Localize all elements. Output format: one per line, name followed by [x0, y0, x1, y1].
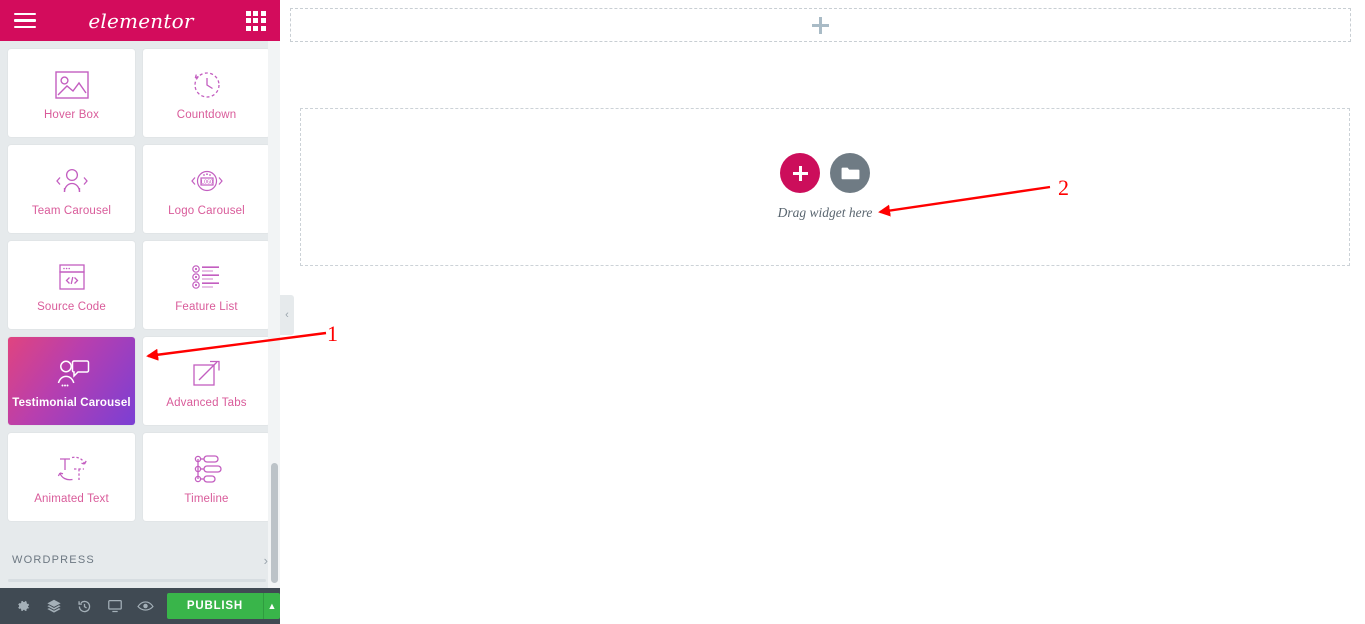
caret-up-icon[interactable]: ▲ [262, 593, 280, 619]
publish-group: PUBLISH ▲ [166, 593, 280, 619]
logo-carousel-icon: LOGO [187, 161, 227, 201]
widget-label: Advanced Tabs [166, 397, 247, 409]
panel-header: elementor [0, 0, 280, 41]
person-carousel-icon [53, 161, 91, 201]
widget-label: Timeline [184, 493, 229, 505]
widget-team-carousel[interactable]: Team Carousel [8, 145, 135, 233]
expand-tabs-icon [190, 353, 224, 393]
panel-divider [0, 579, 280, 588]
plus-icon [812, 16, 829, 34]
panel-collapse-tab[interactable]: ‹ [280, 295, 294, 335]
widget-source-code[interactable]: Source Code [8, 241, 135, 329]
widget-animated-text[interactable]: Animated Text [8, 433, 135, 521]
feature-list-icon [189, 257, 225, 297]
code-window-icon [55, 257, 89, 297]
widget-label: Logo Carousel [168, 205, 245, 217]
elementor-editor: elementor Hover Box Countdown Team Carou… [0, 0, 1365, 624]
drag-widget-here-label: Drag widget here [777, 205, 873, 220]
widget-label: Hover Box [43, 109, 100, 121]
widget-feature-list[interactable]: Feature List [143, 241, 270, 329]
widget-label: Feature List [175, 301, 238, 313]
widget-grid: Hover Box Countdown Team Carousel LOGO L… [0, 41, 280, 529]
panel-scrollbar-thumb[interactable] [271, 463, 278, 583]
panel-bottom-bar: PUBLISH ▲ [0, 588, 280, 624]
widget-advanced-tabs[interactable]: Advanced Tabs [143, 337, 270, 425]
hamburger-icon[interactable] [14, 9, 36, 33]
plus-icon [792, 165, 808, 181]
widget-hover-box[interactable]: Hover Box [8, 49, 135, 137]
widget-logo-carousel[interactable]: LOGO Logo Carousel [143, 145, 270, 233]
widget-label: Source Code [37, 301, 106, 313]
responsive-mode-icon[interactable] [100, 588, 131, 624]
elementor-logo: elementor [88, 8, 194, 33]
add-new-section-top[interactable] [290, 8, 1351, 42]
widget-timeline[interactable]: Timeline [143, 433, 270, 521]
navigator-layers-icon[interactable] [39, 588, 70, 624]
history-revisions-icon[interactable] [69, 588, 100, 624]
add-new-section-button[interactable] [780, 153, 820, 193]
widget-label: Animated Text [34, 493, 109, 505]
annotation-number-2: 2 [1058, 175, 1069, 200]
testimonial-icon [53, 353, 91, 393]
add-template-button[interactable] [830, 153, 870, 193]
widget-countdown[interactable]: Countdown [143, 49, 270, 137]
folder-icon [841, 167, 859, 180]
panel-body[interactable]: Hover Box Countdown Team Carousel LOGO L… [0, 41, 280, 541]
category-label: WORDPRESS [12, 554, 95, 566]
publish-button[interactable]: PUBLISH [166, 593, 263, 619]
widget-testimonial-carousel[interactable]: Testimonial Carousel [8, 337, 135, 425]
preview-eye-icon[interactable] [130, 588, 161, 624]
editor-canvas: Drag widget here [280, 0, 1365, 624]
widget-label: Countdown [176, 109, 237, 121]
panel-scrollbar[interactable] [268, 41, 280, 588]
settings-gear-icon[interactable] [8, 588, 39, 624]
dropzone-buttons [780, 153, 870, 193]
grid-apps-icon[interactable] [245, 10, 266, 31]
category-wordpress[interactable]: WORDPRESS › [0, 541, 280, 579]
animated-text-icon [53, 449, 91, 489]
widget-label: Team Carousel [31, 205, 112, 217]
widget-label: Testimonial Carousel [12, 397, 131, 409]
timeline-icon [190, 449, 224, 489]
clock-countdown-icon [191, 65, 223, 105]
svg-text:LOGO: LOGO [200, 180, 212, 186]
widgets-panel: elementor Hover Box Countdown Team Carou… [0, 0, 280, 624]
empty-section-dropzone[interactable]: Drag widget here [300, 108, 1350, 266]
image-placeholder-icon [54, 65, 89, 105]
annotation-number-1: 1 [327, 321, 338, 346]
